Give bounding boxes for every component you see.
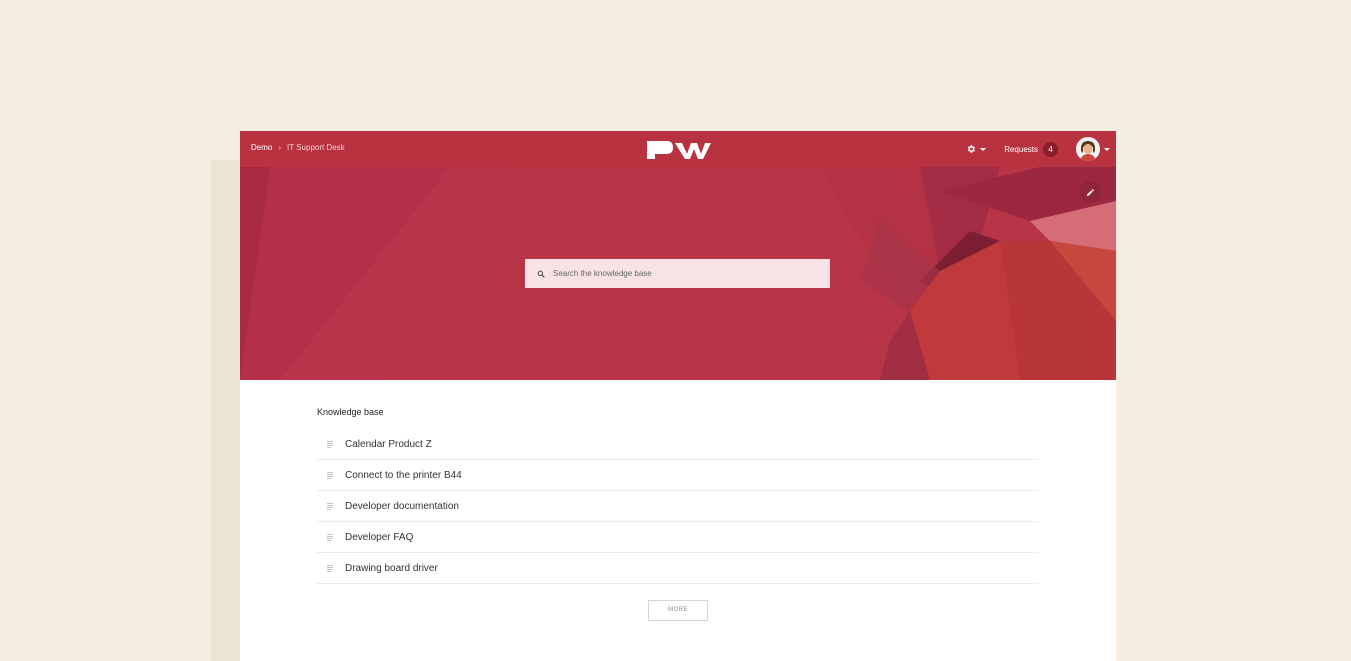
help-center-window: Demo › IT Support Desk Requests 4 Search… <box>240 131 1116 661</box>
breadcrumb-home[interactable]: Demo <box>251 143 272 152</box>
section-title: Knowledge base <box>317 407 384 417</box>
list-item[interactable]: Developer FAQ <box>317 522 1039 553</box>
document-lines-icon <box>327 471 333 479</box>
article-title: Drawing board driver <box>345 562 438 574</box>
document-lines-icon <box>327 533 333 541</box>
user-navigation: Requests 4 <box>966 137 1110 161</box>
list-item[interactable]: Drawing board driver <box>317 553 1039 584</box>
gear-icon <box>968 145 976 153</box>
document-lines-icon <box>327 502 333 510</box>
document-lines-icon <box>327 440 333 448</box>
settings-menu-button[interactable] <box>966 144 987 154</box>
article-title: Developer FAQ <box>345 531 414 543</box>
article-list: Calendar Product Z Connect to the printe… <box>317 429 1039 584</box>
background-panel <box>211 160 240 661</box>
more-button[interactable]: MORE <box>648 599 708 621</box>
requests-count-badge: 4 <box>1043 141 1058 157</box>
requests-label: Requests <box>1004 144 1038 154</box>
hero-background <box>240 131 1116 380</box>
breadcrumb-separator: › <box>278 143 282 152</box>
chevron-down-icon <box>1104 147 1110 151</box>
article-title: Connect to the printer B44 <box>345 469 462 481</box>
top-navigation-bar: Demo › IT Support Desk Requests 4 <box>240 131 1116 167</box>
knowledge-base-search[interactable] <box>525 259 830 288</box>
list-item[interactable]: Developer documentation <box>317 491 1039 522</box>
requests-link[interactable]: Requests 4 <box>1004 141 1058 157</box>
document-lines-icon <box>327 564 333 572</box>
hero-banner: Demo › IT Support Desk Requests 4 <box>240 131 1116 380</box>
list-item[interactable]: Connect to the printer B44 <box>317 460 1039 491</box>
pw-logo-icon[interactable] <box>645 140 711 160</box>
article-title: Developer documentation <box>345 500 459 512</box>
pencil-icon <box>1086 188 1094 196</box>
edit-banner-button[interactable] <box>1079 181 1101 203</box>
chevron-down-icon <box>980 147 987 151</box>
breadcrumb-current[interactable]: IT Support Desk <box>287 143 345 152</box>
knowledge-base-section: Knowledge base Calendar Product Z Connec… <box>317 407 1039 584</box>
list-item[interactable]: Calendar Product Z <box>317 429 1039 460</box>
search-icon <box>537 270 545 278</box>
profile-menu-button[interactable] <box>1076 137 1110 161</box>
article-title: Calendar Product Z <box>345 438 432 450</box>
more-button-container: MORE <box>648 598 708 621</box>
avatar-icon <box>1076 137 1100 161</box>
search-input[interactable] <box>553 269 813 278</box>
breadcrumb: Demo › IT Support Desk <box>251 143 345 152</box>
